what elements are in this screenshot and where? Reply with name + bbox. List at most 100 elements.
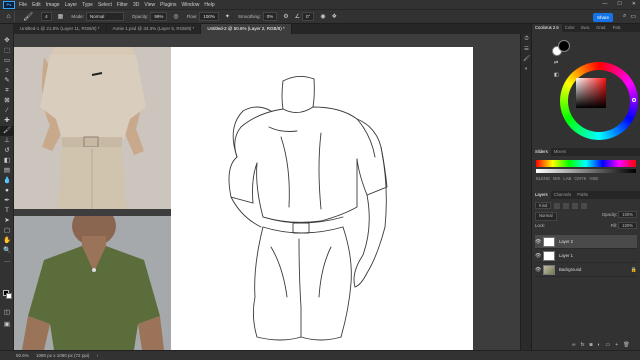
filter-adjustment-icon[interactable] <box>563 202 570 209</box>
home-icon[interactable]: ⌂ <box>3 11 15 22</box>
tab-paths[interactable]: Paths <box>574 191 591 199</box>
workspace-icon[interactable]: ▭ <box>630 13 636 20</box>
filter-type-icon[interactable] <box>572 202 579 209</box>
menu-file[interactable]: File <box>19 2 27 8</box>
layer-row[interactable]: 👁 Layer 1 <box>535 249 637 263</box>
gradient-tool-icon[interactable]: ▤ <box>0 166 14 176</box>
color-wheel[interactable] <box>560 62 638 140</box>
zoom-tool-icon[interactable]: 🔍 <box>0 246 14 256</box>
opacity-field[interactable]: 99% <box>150 12 168 21</box>
frame-tool-icon[interactable]: ⊠ <box>0 96 14 106</box>
menu-3d[interactable]: 3D <box>133 2 139 8</box>
mode-mix[interactable]: MIX <box>553 176 560 181</box>
brush-settings-icon[interactable]: ▦ <box>58 13 64 20</box>
brush-size-picker[interactable]: 4 <box>41 12 52 21</box>
tab-swatches[interactable]: Swa. <box>578 24 593 32</box>
type-tool-icon[interactable]: T <box>0 206 14 216</box>
mode-cmyk[interactable]: CMYK <box>574 176 586 181</box>
crop-tool-icon[interactable]: ⌗ <box>0 86 14 96</box>
path-select-icon[interactable]: ➤ <box>0 216 14 226</box>
blend-mode-select[interactable]: Normal <box>535 212 557 221</box>
move-tool-icon[interactable]: ✥ <box>0 36 14 46</box>
tab-annie-1[interactable]: Annie 1.psd @ 33.3% (Layer 5, RGB/8) * <box>107 24 202 34</box>
canvas-area[interactable] <box>14 34 529 350</box>
maximize-icon[interactable]: ☐ <box>617 1 621 7</box>
more-tools-icon[interactable]: … <box>0 256 14 266</box>
smoothing-settings-icon[interactable]: ⚙ <box>283 13 288 20</box>
pressure-size-icon[interactable]: ◉ <box>320 13 325 20</box>
layer-kind-filter[interactable]: Kind <box>535 202 552 209</box>
layer-row[interactable]: 👁 Layer 2 <box>535 235 637 249</box>
status-arrow-icon[interactable]: › <box>97 353 99 358</box>
minimize-icon[interactable]: — <box>602 1 607 7</box>
add-mask-icon[interactable]: ◙ <box>589 342 592 348</box>
shape-tool-icon[interactable]: ▢ <box>0 226 14 236</box>
mode-select[interactable]: Normal <box>85 12 124 21</box>
tab-coolorus[interactable]: Coolorus 2.5 <box>532 24 562 32</box>
pressure-opacity-icon[interactable]: ◎ <box>173 13 178 20</box>
menu-view[interactable]: View <box>144 2 155 8</box>
hue-handle[interactable] <box>632 98 636 102</box>
menu-plugins[interactable]: Plugins <box>160 2 176 8</box>
visibility-eye-icon[interactable]: 👁 <box>535 239 543 245</box>
reset-colors-icon[interactable]: ◧ <box>554 72 559 78</box>
eyedropper-tool-icon[interactable]: ⁄ <box>0 106 14 116</box>
filter-pixel-icon[interactable] <box>554 202 561 209</box>
tab-sliders[interactable]: Sliders <box>532 148 551 156</box>
new-group-icon[interactable]: ▭ <box>606 342 611 348</box>
tab-color[interactable]: Color <box>562 24 578 32</box>
eraser-tool-icon[interactable]: ◧ <box>0 156 14 166</box>
tab-mixers[interactable]: Mixers <box>551 148 569 156</box>
tab-channels[interactable]: Channels <box>551 191 575 199</box>
search-icon[interactable]: ⌕ <box>623 13 626 20</box>
sketch-canvas[interactable] <box>171 47 473 350</box>
tab-untitled-1[interactable]: Untitled-1 @ 21.8% (Layer 11, RGB/8) * <box>14 24 107 34</box>
angle-field[interactable]: 0° <box>302 12 315 21</box>
smoothing-field[interactable]: 0% <box>262 12 278 21</box>
foreground-color-circle[interactable] <box>558 40 570 52</box>
tab-layers[interactable]: Layers <box>532 191 551 199</box>
filter-shape-icon[interactable] <box>581 202 588 209</box>
mode-hsb[interactable]: HSB <box>589 176 598 181</box>
menu-select[interactable]: Select <box>98 2 112 8</box>
menu-filter[interactable]: Filter <box>117 2 128 8</box>
share-button[interactable]: Share <box>593 13 613 22</box>
lasso-tool-icon[interactable]: ↄ <box>0 66 14 76</box>
menu-type[interactable]: Type <box>82 2 93 8</box>
menu-image[interactable]: Image <box>46 2 60 8</box>
symmetry-icon[interactable]: ❖ <box>332 13 337 20</box>
brush-tool-icon-active[interactable]: 🖌 <box>0 126 14 136</box>
menu-edit[interactable]: Edit <box>32 2 41 8</box>
flow-field[interactable]: 100% <box>199 12 219 21</box>
layer-opacity-field[interactable]: 100% <box>618 211 637 218</box>
background-color-swatch[interactable] <box>6 293 12 299</box>
airbrush-icon[interactable]: ✦ <box>225 13 230 20</box>
link-layers-icon[interactable]: ∞ <box>572 342 576 348</box>
mode-lab[interactable]: LAB <box>563 176 571 181</box>
tab-gradients[interactable]: Grad. <box>593 24 609 32</box>
tab-untitled-2[interactable]: Untitled-2 @ 50.6% (Layer 2, RGB/8) * <box>201 24 292 34</box>
fx-icon[interactable]: fx <box>581 342 585 348</box>
pen-tool-icon[interactable]: ✒ <box>0 196 14 206</box>
hand-tool-icon[interactable]: ✋ <box>0 236 14 246</box>
blur-tool-icon[interactable]: 💧 <box>0 176 14 186</box>
history-brush-icon[interactable]: ↺ <box>0 146 14 156</box>
saturation-value-square[interactable] <box>576 78 606 108</box>
zoom-level[interactable]: 50.6% <box>16 353 29 358</box>
screen-mode-icon[interactable]: ▣ <box>0 320 14 330</box>
gray-ramp-bar[interactable] <box>536 169 636 173</box>
tab-patterns[interactable]: Patt. <box>610 24 625 32</box>
new-adjustment-icon[interactable]: ◐ <box>598 342 601 348</box>
mode-blend[interactable]: BLEND <box>536 176 550 181</box>
visibility-eye-icon[interactable]: 👁 <box>535 253 543 259</box>
quick-select-tool-icon[interactable]: ✎ <box>0 76 14 86</box>
layer-name[interactable]: Layer 2 <box>559 239 573 244</box>
marquee-tool-icon[interactable]: ▭ <box>0 56 14 66</box>
menu-window[interactable]: Window <box>182 2 200 8</box>
layer-row[interactable]: 👁 Background 🔒 <box>535 263 637 277</box>
quick-mask-icon[interactable]: ◫ <box>0 308 14 318</box>
menu-layer[interactable]: Layer <box>65 2 78 8</box>
delete-layer-icon[interactable]: 🗑 <box>623 342 629 348</box>
clone-stamp-icon[interactable]: ⊥ <box>0 136 14 146</box>
layer-name[interactable]: Layer 1 <box>559 253 573 258</box>
